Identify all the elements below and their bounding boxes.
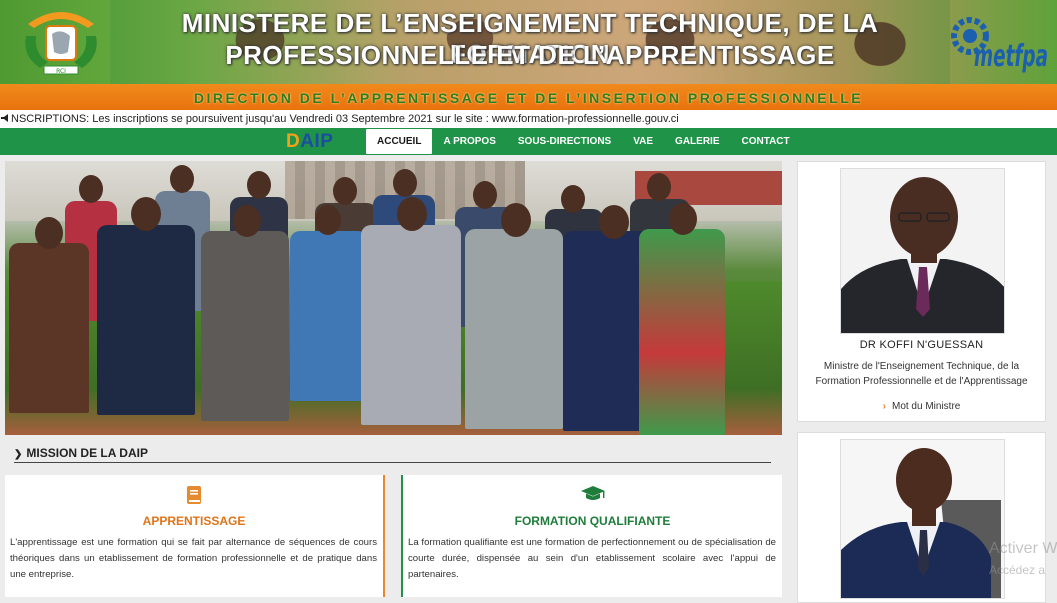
ticker-text: NSCRIPTIONS: Les inscriptions se poursui… <box>11 113 679 125</box>
photo-person <box>201 231 289 421</box>
main-navbar: DAIP ACCUEIL A PROPOS SOUS-DIRECTIONS VA… <box>0 128 1057 155</box>
photo-person <box>97 225 195 415</box>
banner-subtitle: DIRECTION DE L’APPRENTISSAGE ET DE L’INS… <box>193 90 864 106</box>
mission-card-apprentissage: APPRENTISSAGE L'apprentissage est une fo… <box>5 475 385 597</box>
activation-watermark-line2: Accédez a <box>989 563 1046 577</box>
nav-menu: ACCUEIL A PROPOS SOUS-DIRECTIONS VAE GAL… <box>366 129 801 154</box>
svg-text:RCI: RCI <box>56 68 66 75</box>
hero-group-photo[interactable] <box>5 161 782 435</box>
photo-person-head <box>333 177 357 205</box>
chevron-right-icon: › <box>882 401 886 412</box>
photo-person-head <box>233 205 261 237</box>
photo-person-head <box>170 165 194 193</box>
card-description: La formation qualifiante est une formati… <box>408 537 776 580</box>
photo-person-head <box>599 205 629 239</box>
photo-person-head <box>501 203 531 237</box>
director-portrait[interactable] <box>840 439 1005 599</box>
photo-person-head <box>397 197 427 231</box>
nav-item-vae[interactable]: VAE <box>622 129 664 154</box>
photo-person-head <box>35 217 63 249</box>
book-icon <box>5 485 383 505</box>
section-divider <box>14 462 771 463</box>
banner-title-line2: PROFESSIONNELLE ET DE L’APPRENTISSAGE <box>225 40 835 70</box>
photo-person-head <box>131 197 161 231</box>
nav-item-accueil[interactable]: ACCUEIL <box>366 129 433 154</box>
graduation-cap-icon <box>403 485 782 505</box>
director-card <box>797 432 1046 603</box>
photo-person <box>465 229 563 429</box>
photo-person-head <box>247 171 271 199</box>
nav-item-galerie[interactable]: GALERIE <box>664 129 730 154</box>
nav-item-a-propos[interactable]: A PROPOS <box>432 129 506 154</box>
section-title-text: MISSION DE LA DAIP <box>26 446 148 460</box>
photo-person-head <box>393 169 417 197</box>
photo-person-head <box>473 181 497 209</box>
mot-du-ministre-link[interactable]: › Mot du Ministre <box>798 401 1045 412</box>
minister-name: DR KOFFI N'GUESSAN <box>859 339 984 351</box>
card-title: FORMATION QUALIFIANTE <box>514 514 671 528</box>
photo-person-head <box>315 205 341 235</box>
photo-person <box>639 229 725 435</box>
nav-item-contact[interactable]: CONTACT <box>731 129 801 154</box>
mot-du-ministre-label: Mot du Ministre <box>891 401 961 412</box>
news-ticker[interactable]: NSCRIPTIONS: Les inscriptions se poursui… <box>0 110 1057 128</box>
svg-text:metfpa: metfpa <box>974 39 1048 74</box>
photo-person-head <box>669 203 697 235</box>
daip-logo-mark: D <box>286 131 301 152</box>
minister-card: DR KOFFI N'GUESSAN Ministre de l'Enseign… <box>797 161 1046 422</box>
mission-card-formation-qualifiante: FORMATION QUALIFIANTE La formation quali… <box>401 475 782 597</box>
photo-person <box>361 225 461 425</box>
photo-person-head <box>561 185 585 213</box>
card-description: L'apprentissage est une formation qui se… <box>10 537 377 580</box>
nav-item-sous-directions[interactable]: SOUS-DIRECTIONS <box>507 129 622 154</box>
metfpa-logo[interactable]: metfpa <box>946 6 1050 76</box>
card-title: APPRENTISSAGE <box>142 514 246 528</box>
photo-person <box>290 231 368 401</box>
activation-watermark-line1: Activer W <box>989 540 1057 557</box>
chevron-right-icon: ❯ <box>14 449 23 460</box>
photo-person-head <box>79 175 103 203</box>
header-banner: RCI MINISTERE DE L’ENSEIGNEMENT TECHNIQU… <box>0 0 1057 110</box>
coat-of-arms-logo[interactable]: RCI <box>18 6 104 80</box>
minister-portrait[interactable] <box>840 168 1005 334</box>
daip-logo[interactable]: DAIP <box>286 131 333 152</box>
megaphone-icon <box>1 114 8 122</box>
photo-person <box>9 243 89 413</box>
daip-logo-text: AIP <box>300 131 334 152</box>
photo-person-head <box>647 173 671 201</box>
section-title-mission: ❯ MISSION DE LA DAIP <box>14 446 148 460</box>
minister-role: Ministre de l'Enseignement Technique, de… <box>815 361 1028 387</box>
